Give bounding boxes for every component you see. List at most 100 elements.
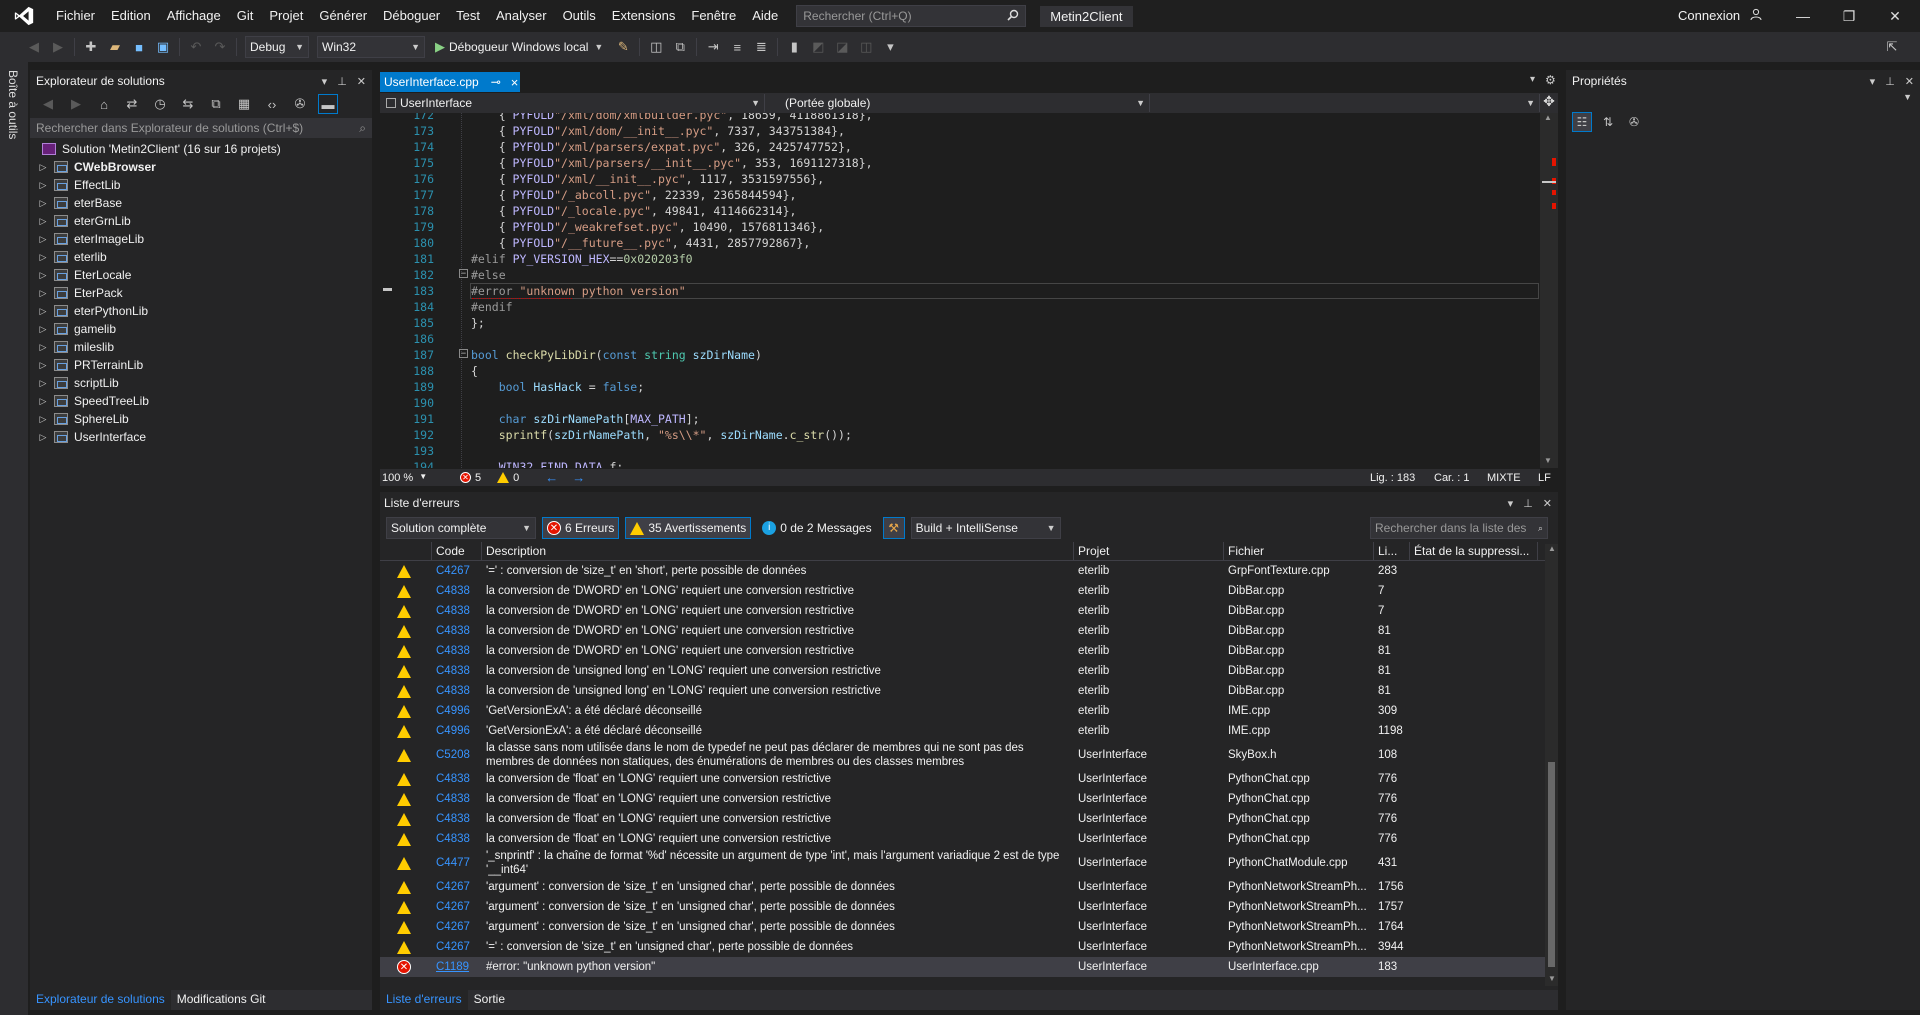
line-ending-indicator[interactable]: LF (1538, 472, 1551, 484)
menu-fen-tre[interactable]: Fenêtre (683, 0, 744, 32)
error-list-row[interactable]: C4838 la conversion de 'unsigned long' en… (380, 661, 1558, 681)
error-list-row[interactable]: C4838 la conversion de 'DWORD' en 'LONG' … (380, 601, 1558, 621)
error-list-row[interactable]: C4838 la conversion de 'DWORD' en 'LONG' … (380, 621, 1558, 641)
code-link[interactable]: C4267 (432, 881, 482, 893)
menu-projet[interactable]: Projet (261, 0, 311, 32)
toolbar-overflow-icon[interactable]: ▾ (880, 37, 900, 57)
gear-icon[interactable]: ⚙ (1545, 73, 1556, 87)
code-link[interactable]: C4267 (432, 921, 482, 933)
live-share-icon[interactable]: ⇱ (1882, 37, 1902, 57)
tab-userinterface-cpp[interactable]: UserInterface.cpp ⊸ × (380, 72, 520, 92)
project-node[interactable]: ▷ eterImageLib (30, 230, 372, 248)
tab-error-list[interactable]: Liste d'erreurs (380, 990, 468, 1010)
project-node[interactable]: ▷ scriptLib (30, 374, 372, 392)
project-node[interactable]: ▷ SpeedTreeLib (30, 392, 372, 410)
expand-arrow-icon[interactable]: ▷ (36, 198, 50, 209)
error-list-row[interactable]: C4267 'argument' : conversion de 'size_t'… (380, 897, 1558, 917)
expand-arrow-icon[interactable]: ▷ (36, 270, 50, 281)
expand-arrow-icon[interactable]: ▷ (36, 378, 50, 389)
collapse-toggle-icon[interactable]: − (459, 349, 468, 358)
pin-tab-icon[interactable]: ⊸ (491, 75, 501, 89)
messages-filter-button[interactable]: i 0 de 2 Messages (757, 517, 876, 539)
code-link[interactable]: C4838 (432, 833, 482, 845)
project-node[interactable]: ▷ eterBase (30, 194, 372, 212)
minimize-button[interactable]: — (1780, 0, 1826, 32)
categorized-icon[interactable]: ☷ (1572, 112, 1592, 132)
line-indicator[interactable]: Lig. : 183 (1370, 472, 1415, 484)
save-icon[interactable]: ■ (129, 37, 149, 57)
expand-arrow-icon[interactable]: ▷ (36, 234, 50, 245)
error-list-row[interactable]: C4996 'GetVersionExA': a été déclaré déco… (380, 701, 1558, 721)
switch-views-icon[interactable]: ⇄ (122, 94, 142, 114)
editor-vertical-scrollbar[interactable]: ▲ ▼ (1540, 113, 1558, 468)
menu-aide[interactable]: Aide (744, 0, 786, 32)
clear-bookmarks-icon[interactable]: ◫ (856, 37, 876, 57)
error-list-row[interactable]: C4838 la conversion de 'float' en 'LONG' … (380, 809, 1558, 829)
screenshot-icon[interactable]: ◫ (646, 37, 666, 57)
code-line[interactable]: 191 char szDirNamePath[MAX_PATH]; (380, 411, 1540, 427)
project-node[interactable]: ▷ eterPythonLib (30, 302, 372, 320)
error-list-row[interactable]: C4996 'GetVersionExA': a été déclaré déco… (380, 721, 1558, 741)
code-link[interactable]: C4267 (432, 565, 482, 577)
code-line[interactable]: 172 { PYFOLD"/xml/dom/xmlbuilder.pyc", 1… (380, 113, 1540, 123)
navigate-forward-icon[interactable]: ▶ (48, 37, 68, 57)
menu-extensions[interactable]: Extensions (604, 0, 684, 32)
configuration-select[interactable]: Debug ▼ (245, 36, 309, 58)
restore-button[interactable]: ❐ (1826, 0, 1872, 32)
next-bookmark-icon[interactable]: ◪ (832, 37, 852, 57)
scroll-thumb[interactable] (1548, 762, 1555, 967)
project-node[interactable]: ▷ mileslib (30, 338, 372, 356)
collapse-all-icon[interactable]: ⧉ (206, 94, 226, 114)
code-link[interactable]: C4477 (432, 857, 482, 869)
pending-changes-icon[interactable]: ◷ (150, 94, 170, 114)
code-line[interactable]: 175 { PYFOLD"/xml/parsers/__init__.pyc",… (380, 155, 1540, 171)
error-list-row[interactable]: C4838 la conversion de 'unsigned long' en… (380, 681, 1558, 701)
column-header-code[interactable]: Code (432, 542, 482, 560)
errors-filter-button[interactable]: ✕ 6 Erreurs (542, 517, 620, 539)
collapse-toggle-icon[interactable]: − (459, 269, 468, 278)
error-list-row[interactable]: ✕ C1189 #error: "unknown python version" Us… (380, 957, 1558, 977)
menu-outils[interactable]: Outils (555, 0, 604, 32)
code-link[interactable]: C4838 (432, 625, 482, 637)
error-list-row[interactable]: C4838 la conversion de 'float' en 'LONG' … (380, 789, 1558, 809)
code-link[interactable]: C4838 (432, 793, 482, 805)
scroll-up-icon[interactable]: ▲ (1544, 113, 1552, 122)
navigate-back-icon[interactable]: ◀ (24, 37, 44, 57)
menu-fichier[interactable]: Fichier (48, 0, 103, 32)
code-link[interactable]: C4838 (432, 773, 482, 785)
code-link[interactable]: C4838 (432, 585, 482, 597)
code-line[interactable]: 180 { PYFOLD"/__future__.pyc", 4431, 285… (380, 235, 1540, 251)
error-list-row[interactable]: C4267 '=' : conversion de 'size_t' en 'sh… (380, 561, 1558, 581)
code-line[interactable]: 190 (380, 395, 1540, 411)
code-line[interactable]: 193 (380, 443, 1540, 459)
split-editor-icon[interactable]: ✥ (1540, 93, 1558, 113)
project-node[interactable]: ▷ PRTerrainLib (30, 356, 372, 374)
bookmark-icon[interactable]: ▮ (784, 37, 804, 57)
member-scope-select[interactable]: ▼ (1150, 94, 1540, 112)
properties-object-select[interactable]: ▼ (1566, 92, 1920, 106)
project-node[interactable]: ▷ eterGrnLib (30, 212, 372, 230)
menu-git[interactable]: Git (229, 0, 262, 32)
save-all-icon[interactable]: ▣ (153, 37, 173, 57)
code-line[interactable]: 187 bool checkPyLibDir(const string szDir… (380, 347, 1540, 363)
sync-icon[interactable]: ⇆ (178, 94, 198, 114)
close-icon[interactable]: ✕ (1543, 497, 1552, 510)
next-issue-icon[interactable]: → (572, 470, 585, 485)
code-line[interactable]: 188 { (380, 363, 1540, 379)
build-source-select[interactable]: Build + IntelliSense ▼ (910, 517, 1061, 539)
error-list-row[interactable]: C4267 'argument' : conversion de 'size_t'… (380, 877, 1558, 897)
project-node[interactable]: ▷ UserInterface (30, 428, 372, 446)
code-link[interactable]: C4838 (432, 685, 482, 697)
expand-arrow-icon[interactable]: ▷ (36, 252, 50, 263)
show-all-files-icon[interactable]: ▦ (234, 94, 254, 114)
prev-bookmark-icon[interactable]: ◩ (808, 37, 828, 57)
code-line[interactable]: 181 #elif PY_VERSION_HEX==0x020203f0 (380, 251, 1540, 267)
pin-icon[interactable]: ⊥ (1523, 497, 1533, 510)
project-node[interactable]: ▷ CWebBrowser (30, 158, 372, 176)
menu-test[interactable]: Test (448, 0, 488, 32)
panel-menu-icon[interactable]: ▾ (1508, 497, 1514, 510)
column-header-file[interactable]: Fichier (1224, 542, 1374, 560)
error-list-row[interactable]: C4838 la conversion de 'DWORD' en 'LONG' … (380, 581, 1558, 601)
build-filter-toggle-icon[interactable]: ⚒ (882, 517, 905, 539)
toolbox-tab[interactable]: Boîte à outils (6, 70, 20, 139)
